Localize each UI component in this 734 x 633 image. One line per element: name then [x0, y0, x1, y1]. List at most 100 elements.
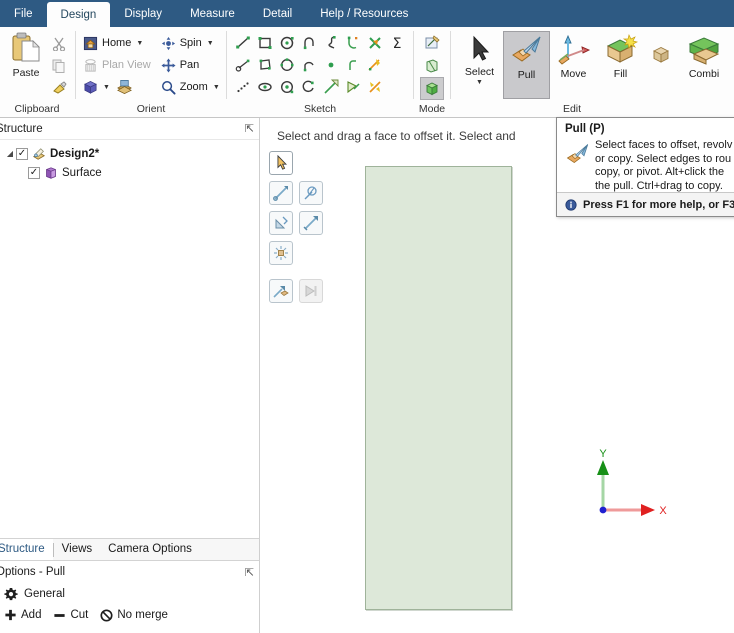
- plus-icon: [5, 609, 16, 620]
- select-button[interactable]: Select ▼: [456, 31, 503, 99]
- tab-detail[interactable]: Detail: [249, 0, 306, 27]
- home-button[interactable]: Home ▼: [81, 32, 153, 54]
- mini-pull-copy-button[interactable]: [269, 279, 293, 303]
- fill-button[interactable]: Fill: [597, 31, 644, 99]
- pin-icon[interactable]: ⇱: [245, 566, 254, 579]
- mini-pull-radial-button[interactable]: [269, 241, 293, 265]
- tab-design[interactable]: Design: [46, 2, 111, 27]
- sketch-construction-line-button[interactable]: [232, 54, 254, 76]
- tooltip-footer: Press F1 for more help, or F3: [557, 192, 734, 216]
- mini-select-button[interactable]: [269, 151, 293, 175]
- sketch-tangent-arc-button[interactable]: [298, 32, 320, 54]
- spin-button[interactable]: Spin ▼: [159, 32, 222, 54]
- sketch-select-button[interactable]: [320, 76, 342, 98]
- mini-pull-next-button[interactable]: [299, 279, 323, 303]
- chevron-down-icon[interactable]: ▼: [213, 84, 220, 91]
- panel-tab-camera-options[interactable]: Camera Options: [100, 539, 200, 560]
- surface-body[interactable]: [365, 166, 512, 610]
- sketch-line-button[interactable]: [232, 32, 254, 54]
- sketch-dotted-line-button[interactable]: [232, 76, 254, 98]
- point-icon: [328, 62, 334, 68]
- sketch-polygon-button[interactable]: [254, 54, 276, 76]
- mode-section-button[interactable]: [420, 54, 444, 77]
- cut-button[interactable]: [48, 33, 70, 54]
- sketch-project-button[interactable]: [342, 76, 364, 98]
- option-cut-button[interactable]: Cut: [53, 609, 96, 622]
- sketch-trim-away-button[interactable]: [364, 32, 386, 54]
- view-orientation-button[interactable]: ▼: [81, 76, 153, 98]
- panel-tab-views[interactable]: Views: [54, 539, 100, 560]
- sketch-point-button[interactable]: [320, 54, 342, 76]
- arrow-cursor-icon: [473, 35, 489, 61]
- mini-pull-offset-button[interactable]: [299, 211, 323, 235]
- mode-sketch-button[interactable]: [420, 31, 444, 54]
- tab-display[interactable]: Display: [110, 0, 176, 27]
- tangent-arc-icon: [303, 37, 314, 50]
- option-add-button[interactable]: Add: [4, 609, 49, 622]
- paste-button[interactable]: Paste: [4, 30, 48, 98]
- mini-pull-rotate-button[interactable]: [299, 181, 323, 205]
- combine-button[interactable]: Combi: [678, 31, 730, 99]
- tree-node-design2[interactable]: ◢ ✓ Design2*: [0, 144, 259, 163]
- sketch-rectangle-button[interactable]: [254, 32, 276, 54]
- solid-mode-icon: [425, 81, 439, 95]
- chevron-down-icon[interactable]: ▼: [207, 40, 214, 47]
- sketch-corner-arc-button[interactable]: [342, 32, 364, 54]
- sketch-mode-icon: [425, 34, 440, 48]
- mini-toolbar-row: [269, 151, 327, 175]
- copy-button[interactable]: [48, 55, 70, 76]
- move-button[interactable]: Move: [550, 31, 597, 99]
- spin-icon: [161, 36, 175, 50]
- tree-checkbox[interactable]: ✓: [28, 166, 40, 179]
- pin-icon[interactable]: ⇱: [245, 122, 254, 135]
- copy-icon: [52, 59, 65, 73]
- options-section-general[interactable]: General: [0, 583, 259, 605]
- tab-file[interactable]: File: [0, 0, 47, 27]
- tab-help-resources[interactable]: Help / Resources: [306, 0, 422, 27]
- home-label: Home: [102, 37, 132, 49]
- expander-icon[interactable]: ◢: [4, 148, 16, 160]
- spline-icon: [328, 36, 336, 49]
- tree-node-surface[interactable]: ✓ Surface: [0, 163, 259, 182]
- sketch-fillet-corner-button[interactable]: [342, 54, 364, 76]
- ribbon-group-orient: Home ▼ Spin ▼ Plan View Pan ▼ Zoom ▼ Ori…: [77, 27, 225, 117]
- split-icon: [368, 59, 380, 71]
- pan-icon: [161, 57, 176, 73]
- sketch-ellipse-arc-button[interactable]: [276, 76, 298, 98]
- mini-pull-scale-button[interactable]: [269, 211, 293, 235]
- tab-measure[interactable]: Measure: [176, 0, 249, 27]
- sketch-three-point-arc-button[interactable]: [298, 54, 320, 76]
- chevron-down-icon[interactable]: ▼: [136, 40, 143, 47]
- mode-solid-button[interactable]: [420, 77, 444, 100]
- tree-checkbox[interactable]: ✓: [16, 147, 28, 160]
- sketch-sum-button[interactable]: Σ: [386, 32, 408, 54]
- pull-direction-icon: [273, 186, 288, 201]
- plan-view-button[interactable]: Plan View: [81, 54, 153, 76]
- chevron-down-icon[interactable]: ▼: [103, 84, 110, 91]
- sketch-circle-button[interactable]: [276, 32, 298, 54]
- sketch-trim-button[interactable]: [364, 76, 386, 98]
- panel-tab-structure[interactable]: Structure: [0, 539, 53, 560]
- format-painter-button[interactable]: [48, 77, 70, 98]
- sketch-polygon-circle-button[interactable]: [276, 54, 298, 76]
- option-no-merge-label: No merge: [117, 609, 168, 621]
- pull-button[interactable]: Pull: [503, 31, 550, 99]
- sketch-sweep-arc-button[interactable]: [298, 76, 320, 98]
- option-no-merge-button[interactable]: No merge: [100, 608, 176, 622]
- tooltip-icon-wrap: [565, 139, 595, 193]
- structure-panel: Structure ⇱ ◢ ✓ Design2* ✓ Surface: [0, 118, 260, 538]
- mini-toolbar-row: [269, 181, 327, 205]
- ribbon-group-clipboard: Paste Clipboard: [0, 27, 74, 117]
- sketch-split-button[interactable]: [364, 54, 386, 76]
- pan-button[interactable]: Pan: [159, 54, 222, 76]
- pull-rotate-icon: [304, 186, 317, 200]
- zoom-button[interactable]: Zoom ▼: [159, 76, 222, 98]
- tooltip-line: or copy. Select edges to rou: [595, 152, 732, 165]
- design-doc-icon: [32, 147, 46, 160]
- small-box-button[interactable]: [644, 31, 678, 83]
- sketch-ellipse-button[interactable]: [254, 76, 276, 98]
- chevron-down-icon[interactable]: ▼: [476, 79, 483, 86]
- sketch-spline-button[interactable]: [320, 32, 342, 54]
- circle-icon: [280, 36, 294, 50]
- mini-pull-direction-button[interactable]: [269, 181, 293, 205]
